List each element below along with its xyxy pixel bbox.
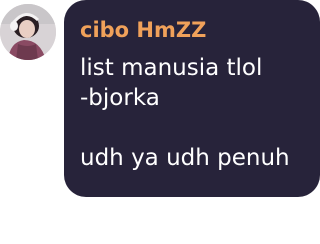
message-bubble: cibo HmZZ list manusia tlol -bjorka udh …	[64, 0, 320, 197]
avatar[interactable]	[0, 4, 56, 60]
chat-message: cibo HmZZ list manusia tlol -bjorka udh …	[0, 0, 320, 244]
profile-photo-icon	[0, 4, 56, 60]
message-text: list manusia tlol -bjorka udh ya udh pen…	[80, 55, 290, 171]
sender-name[interactable]: cibo HmZZ	[80, 16, 304, 44]
